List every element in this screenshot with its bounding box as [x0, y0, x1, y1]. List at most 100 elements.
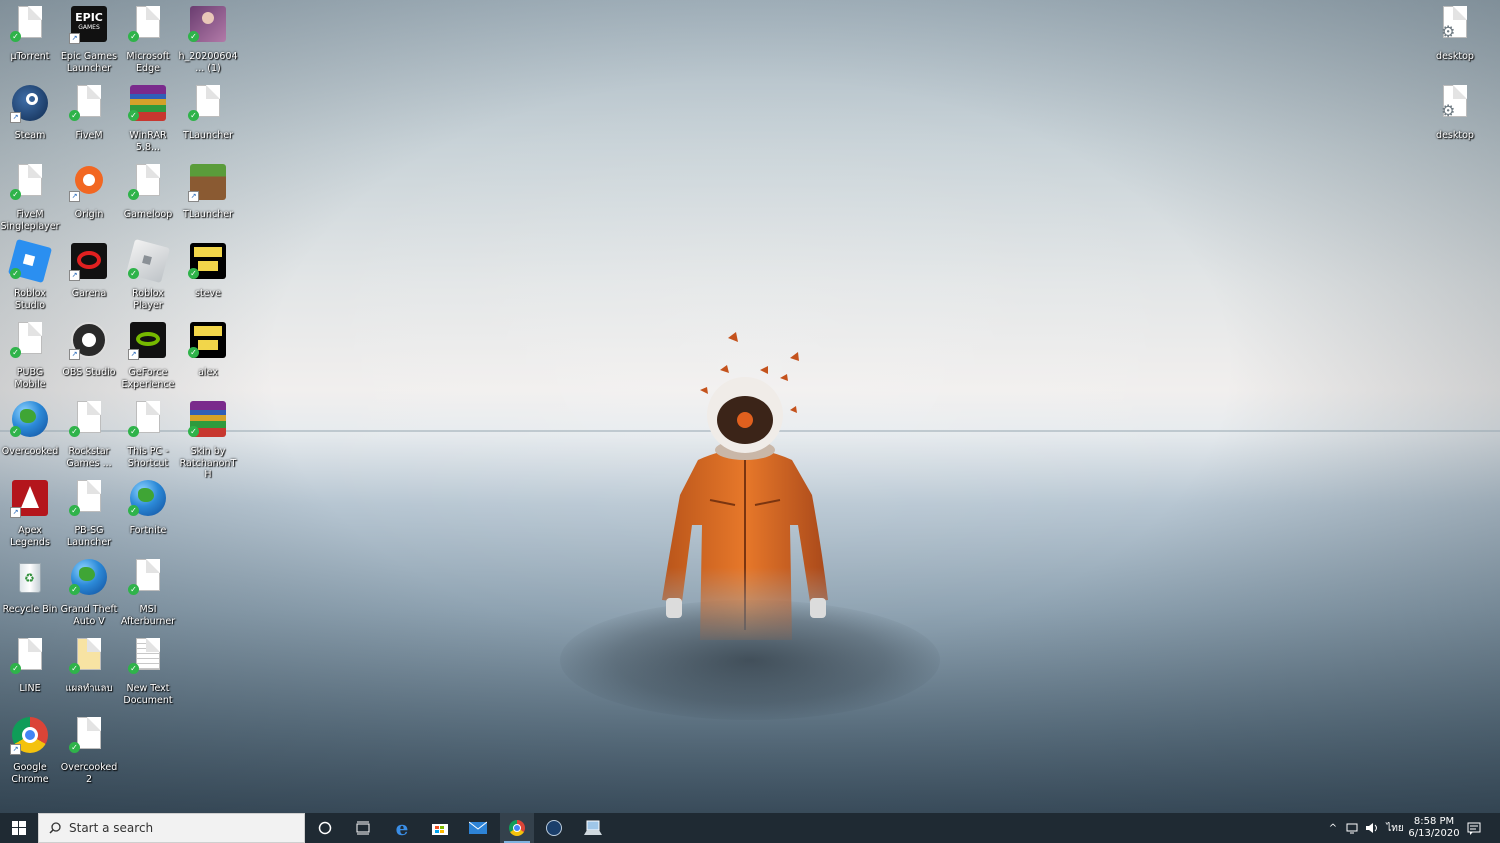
blank-file-icon: ✓ — [128, 559, 168, 599]
desktop-icon-pubg-mobile[interactable]: ✓ PUBG Mobile — [0, 318, 60, 390]
speaker-icon — [1366, 823, 1377, 833]
desktop-icon-recycle-bin[interactable]: ♻ Recycle Bin — [0, 555, 60, 616]
desktop-icon-pb-sg-launcher[interactable]: ✓ PB-SG Launcher — [59, 476, 119, 548]
desktop-icon-fivem-singleplayer[interactable]: ✓ FiveM Singleplayer — [0, 160, 60, 232]
blank-file-icon: ✓ — [10, 322, 50, 362]
icon-label: This PC - Shortcut — [127, 446, 169, 469]
desktop-icon-steve[interactable]: ✓ steve — [178, 239, 238, 300]
nvidia-icon: ↗ — [128, 322, 168, 362]
globe-icon: ✓ — [10, 401, 50, 441]
desktop-icon-line[interactable]: ✓ LINE — [0, 634, 60, 695]
task-view-button[interactable] — [348, 813, 378, 843]
icon-label: Roblox Studio — [14, 288, 46, 311]
tray-overflow-button[interactable]: ^ — [1326, 813, 1340, 843]
obs-icon: ↗ — [69, 322, 109, 362]
icon-label: Gameloop — [123, 209, 173, 220]
desktop-icon-utorrent[interactable]: ✓ µTorrent — [0, 2, 60, 63]
desktop-icon-steam[interactable]: ↗ Steam — [0, 81, 60, 142]
taskbar-tlauncher[interactable] — [576, 813, 610, 843]
tray-language[interactable]: ไทย — [1384, 813, 1406, 843]
desktop-icon-skin-by-ratchanonth[interactable]: ✓ Skin by RatchanonTH — [178, 397, 238, 481]
desktop-icon-image-file[interactable]: ✓ h_20200604... (1) — [178, 2, 238, 74]
icon-label: Google Chrome — [11, 762, 49, 785]
desktop-icon-apex-legends[interactable]: ↗ Apex Legends — [0, 476, 60, 548]
desktop-icon-fivem[interactable]: ✓ FiveM — [59, 81, 119, 142]
clock-time: 8:58 PM — [1413, 816, 1455, 827]
tray-volume[interactable] — [1363, 813, 1381, 843]
desktop-icon-obs-studio[interactable]: ↗ OBS Studio — [59, 318, 119, 379]
desktop-icon-google-chrome[interactable]: ↗ Google Chrome — [0, 713, 60, 785]
icon-label: TLauncher — [183, 209, 233, 220]
icon-label: TLauncher — [183, 130, 233, 141]
icon-label: Grand Theft Auto V — [60, 604, 118, 627]
blank-file-icon: ✓ — [10, 638, 50, 678]
icon-label: Steam — [14, 130, 46, 141]
desktop-icon-garena[interactable]: ↗ Garena — [59, 239, 119, 300]
icon-label: FiveM Singleplayer — [0, 209, 60, 232]
icon-label: Skin by RatchanonTH — [179, 446, 237, 480]
desktop-icon-this-pc-shortcut[interactable]: ✓ This PC - Shortcut — [118, 397, 178, 469]
taskbar-mail[interactable] — [462, 813, 494, 843]
desktop-icon-thai-file[interactable]: ✓ แผลทำแลบ — [59, 634, 119, 695]
desktop-icon-gta-v[interactable]: ✓ Grand Theft Auto V — [59, 555, 119, 627]
desktop-icon-gameloop[interactable]: ✓ Gameloop — [118, 160, 178, 221]
icon-label: µTorrent — [10, 51, 50, 62]
taskbar-edge[interactable]: e — [386, 813, 418, 843]
desktop-icon-tlauncher-file[interactable]: ✓ TLauncher — [178, 81, 238, 142]
chrome-icon — [509, 820, 525, 836]
icon-label: alex — [198, 367, 218, 378]
taskbar-steam[interactable] — [538, 813, 570, 843]
start-button[interactable] — [0, 813, 38, 843]
icon-label: desktop — [1436, 130, 1474, 141]
icon-label: แผลทำแลบ — [65, 683, 113, 694]
desktop-icon-epic-games-launcher[interactable]: EPIC GAMES ↗ Epic Games Launcher — [59, 2, 119, 74]
blank-file-icon: ✓ — [10, 164, 50, 204]
windows-logo-icon — [12, 821, 26, 835]
blank-file-icon: ✓ — [128, 164, 168, 204]
desktop-icon-desktop-ini-1[interactable]: ⚙ desktop — [1425, 2, 1485, 63]
icon-label: Recycle Bin — [2, 604, 58, 615]
blank-file-icon: ✓ — [10, 6, 50, 46]
desktop-icon-roblox-studio[interactable]: ✓ Roblox Studio — [0, 238, 60, 311]
minecraft-block-icon: ↗ — [188, 164, 228, 204]
desktop-icon-desktop-ini-2[interactable]: ⚙ desktop — [1425, 81, 1485, 142]
desktop-icon-roblox-player[interactable]: ✓ Roblox Player — [118, 238, 178, 311]
desktop-icon-alex[interactable]: ✓ alex — [178, 318, 238, 379]
tray-clock[interactable]: 8:58 PM 6/13/2020 — [1408, 813, 1460, 843]
cortana-icon — [318, 821, 332, 835]
desktop-icon-overcooked[interactable]: ✓ Overcooked — [0, 397, 60, 458]
desktop-icon-fortnite[interactable]: ✓ Fortnite — [118, 476, 178, 537]
icon-label: h_20200604... (1) — [178, 51, 238, 74]
roblox-player-icon: ✓ — [125, 238, 171, 284]
action-center-button[interactable] — [1464, 813, 1484, 843]
desktop-icon-overcooked-2[interactable]: ✓ Overcooked 2 — [59, 713, 119, 785]
icon-label: Origin — [74, 209, 104, 220]
task-view-icon — [356, 821, 370, 835]
icon-label: Fortnite — [129, 525, 167, 536]
desktop-icon-msi-afterburner[interactable]: ✓ MSI Afterburner — [118, 555, 178, 627]
image-file-icon: ✓ — [188, 6, 228, 46]
taskbar-store[interactable] — [424, 813, 456, 843]
mail-icon — [469, 821, 487, 834]
desktop-icon-rockstar-games[interactable]: ✓ Rockstar Games ... — [59, 397, 119, 469]
steam-icon: ↗ — [10, 85, 50, 125]
icon-label: OBS Studio — [62, 367, 116, 378]
taskbar-search-box[interactable]: Start a search — [38, 813, 305, 843]
blank-file-icon: ✓ — [128, 401, 168, 441]
desktop-icon-tlauncher[interactable]: ↗ TLauncher — [178, 160, 238, 221]
cortana-button[interactable] — [310, 813, 340, 843]
network-icon — [1346, 823, 1358, 834]
apex-icon: ↗ — [10, 480, 50, 520]
taskbar-chrome[interactable] — [500, 813, 534, 843]
desktop-icon-origin[interactable]: ↗ Origin — [59, 160, 119, 221]
desktop-icon-geforce-experience[interactable]: ↗ GeForce Experience — [118, 318, 178, 390]
blank-file-icon: ✓ — [69, 717, 109, 757]
globe-icon: ✓ — [128, 480, 168, 520]
desktop-icon-winrar[interactable]: ✓ WinRAR 5.8... — [118, 81, 178, 153]
desktop-icon-microsoft-edge[interactable]: ✓ Microsoft Edge — [118, 2, 178, 74]
icon-label: WinRAR 5.8... — [129, 130, 167, 153]
desktop-icon-new-text-document[interactable]: ✓ New Text Document — [118, 634, 178, 706]
tray-network[interactable] — [1344, 813, 1362, 843]
winrar-icon: ✓ — [188, 401, 228, 441]
astronaut-illustration — [662, 332, 828, 640]
